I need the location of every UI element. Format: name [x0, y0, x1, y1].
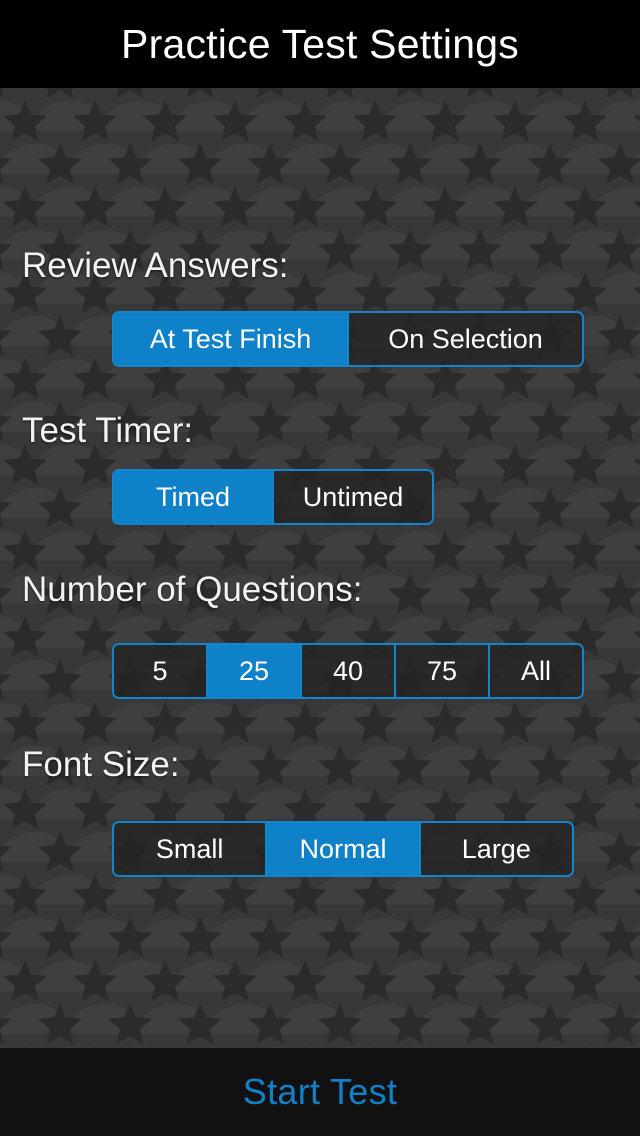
page-title: Practice Test Settings [121, 20, 519, 67]
bottom-toolbar: Start Test [0, 1048, 640, 1136]
app-screen: Practice Test Settings Review Answers: A… [0, 0, 640, 1136]
segment-questions-all[interactable]: All [488, 645, 582, 697]
settings-content: Review Answers: At Test Finish On Select… [0, 88, 640, 1048]
label-number-of-questions: Number of Questions: [22, 570, 363, 609]
segmented-control-font-size[interactable]: Small Normal Large [112, 821, 574, 877]
segment-timer-untimed[interactable]: Untimed [272, 471, 432, 523]
label-test-timer: Test Timer: [22, 411, 194, 450]
navigation-bar: Practice Test Settings [0, 0, 640, 88]
segment-questions-25[interactable]: 25 [206, 645, 300, 697]
label-review-answers: Review Answers: [22, 246, 289, 285]
segment-review-on-selection[interactable]: On Selection [347, 313, 582, 365]
segment-review-at-test-finish[interactable]: At Test Finish [114, 313, 347, 365]
segment-timer-timed[interactable]: Timed [114, 471, 272, 523]
segment-font-large[interactable]: Large [418, 823, 572, 875]
segment-questions-75[interactable]: 75 [394, 645, 488, 697]
segment-font-small[interactable]: Small [114, 823, 266, 875]
segmented-control-review-answers[interactable]: At Test Finish On Selection [112, 311, 584, 367]
label-font-size: Font Size: [22, 745, 180, 784]
start-test-button[interactable]: Start Test [243, 1074, 397, 1110]
segment-questions-40[interactable]: 40 [300, 645, 394, 697]
segment-font-normal[interactable]: Normal [265, 823, 419, 875]
segmented-control-test-timer[interactable]: Timed Untimed [112, 469, 434, 525]
star-pattern-background [0, 88, 640, 1048]
segmented-control-number-of-questions[interactable]: 5 25 40 75 All [112, 643, 584, 699]
segment-questions-5[interactable]: 5 [114, 645, 206, 697]
